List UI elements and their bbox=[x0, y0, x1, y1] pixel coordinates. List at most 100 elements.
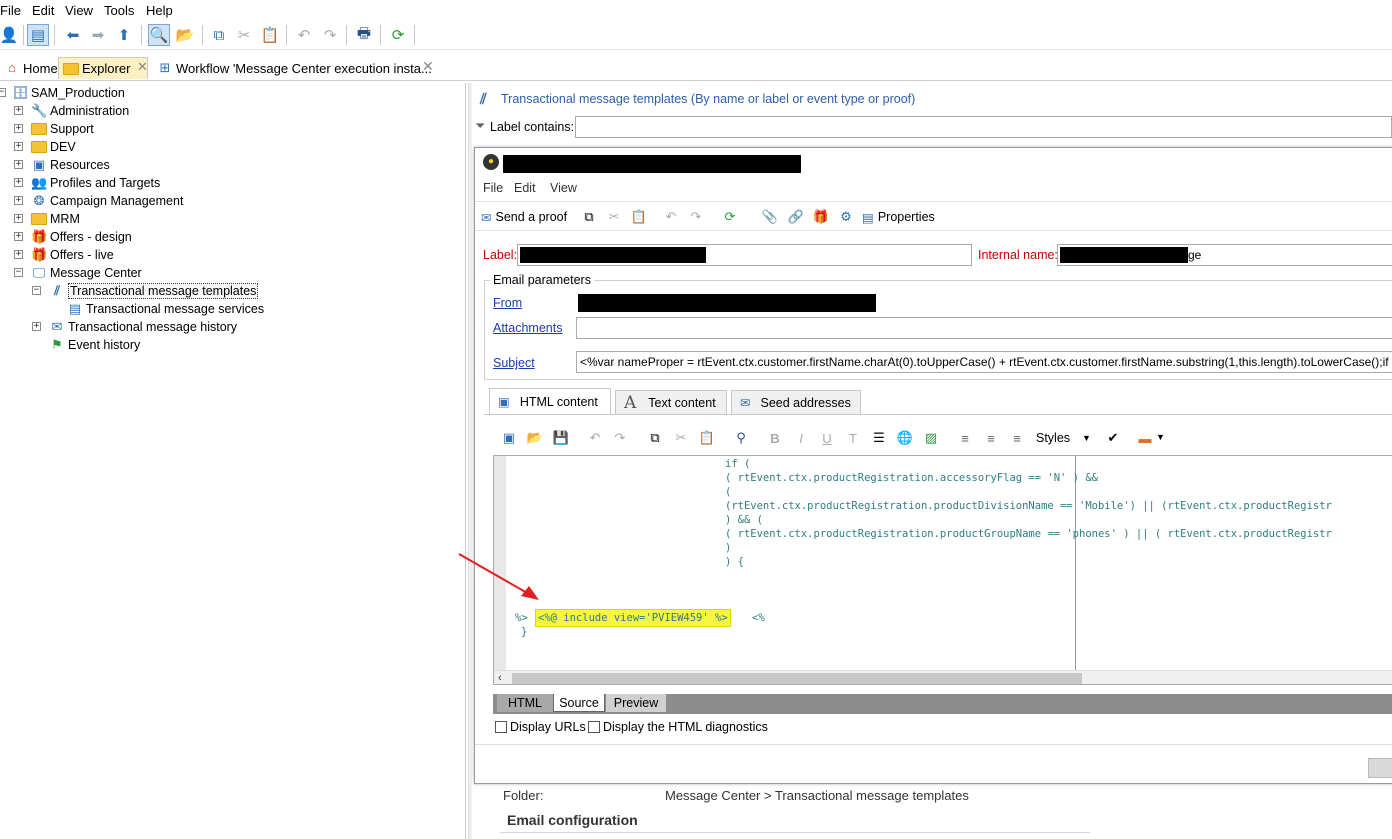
copy-icon[interactable]: ⧉ bbox=[579, 207, 599, 227]
undo-icon[interactable]: ↶ bbox=[585, 428, 605, 448]
personalize-icon[interactable]: ⚙ bbox=[836, 207, 856, 227]
tree-item-dev[interactable]: DEV bbox=[31, 138, 76, 156]
align-left-icon[interactable]: ≡ bbox=[955, 428, 975, 448]
menu-edit[interactable]: Edit bbox=[32, 3, 54, 18]
new-document-icon[interactable]: ▣ bbox=[499, 428, 519, 448]
tree-item-administration[interactable]: 🔧 Administration bbox=[31, 102, 129, 120]
expand-icon[interactable]: + bbox=[14, 214, 23, 223]
tab-preview-mode[interactable]: Preview bbox=[606, 694, 666, 712]
tab-text-content[interactable]: A Text content bbox=[615, 390, 727, 414]
expand-icon[interactable]: + bbox=[14, 232, 23, 241]
properties-button[interactable]: ▤ Properties bbox=[862, 207, 935, 227]
new-user-icon[interactable]: 👤 bbox=[0, 24, 20, 46]
tab-html-mode[interactable]: HTML bbox=[497, 694, 553, 712]
tab-explorer[interactable]: Explorer bbox=[58, 57, 148, 79]
attachments-input[interactable] bbox=[576, 317, 1392, 339]
cut-icon[interactable]: ✂ bbox=[233, 24, 255, 46]
tree-item-message-center[interactable]: 🖵 Message Center bbox=[31, 264, 142, 282]
spellcheck-icon[interactable]: ✔ bbox=[1103, 428, 1123, 448]
chevron-down-icon[interactable]: ▼ bbox=[1156, 432, 1165, 442]
redo-icon[interactable]: ↷ bbox=[686, 207, 706, 227]
menu-view[interactable]: View bbox=[65, 3, 93, 18]
scroll-left-icon[interactable]: ‹ bbox=[498, 672, 502, 684]
tab-seed-addresses[interactable]: ✉ Seed addresses bbox=[731, 390, 861, 414]
scrollbar-thumb[interactable] bbox=[512, 673, 1082, 684]
tree-item-offers-design[interactable]: 🎁 Offers - design bbox=[31, 228, 132, 246]
collapse-icon[interactable]: − bbox=[0, 88, 6, 97]
from-link[interactable]: From bbox=[493, 296, 522, 310]
forward-arrow-icon[interactable]: ➡ bbox=[87, 24, 109, 46]
paste-icon[interactable]: 📋 bbox=[629, 207, 649, 227]
send-proof-button[interactable]: ✉ Send a proof bbox=[481, 207, 567, 227]
tab-workflow[interactable]: ⊞ Workflow 'Message Center execution ins… bbox=[153, 57, 436, 79]
underline-icon[interactable]: U bbox=[817, 428, 837, 448]
tree-item-transactional-message-services[interactable]: ▤ Transactional message services bbox=[67, 300, 264, 318]
image-icon[interactable]: ▨ bbox=[921, 428, 941, 448]
align-right-icon[interactable]: ≡ bbox=[1007, 428, 1027, 448]
tree-item-campaign-management[interactable]: ❂ Campaign Management bbox=[31, 192, 184, 210]
tree-item-mrm[interactable]: MRM bbox=[31, 210, 80, 228]
tree-item-offers-live[interactable]: 🎁 Offers - live bbox=[31, 246, 114, 264]
source-code-editor[interactable]: if ( ( rtEvent.ctx.productRegistration.a… bbox=[493, 455, 1392, 685]
tree-item-event-history[interactable]: ⚑ Event history bbox=[49, 336, 140, 354]
expand-icon[interactable]: + bbox=[14, 160, 23, 169]
tab-html-content[interactable]: ▣ HTML content bbox=[489, 388, 611, 414]
strike-icon[interactable]: T bbox=[843, 428, 863, 448]
align-center-icon[interactable]: ≡ bbox=[981, 428, 1001, 448]
list-icon[interactable]: ☰ bbox=[869, 428, 889, 448]
expand-icon[interactable]: + bbox=[14, 106, 23, 115]
menu-file[interactable]: File bbox=[0, 3, 21, 18]
print-icon[interactable]: 🖶 bbox=[353, 24, 375, 46]
save-icon[interactable]: 💾 bbox=[551, 428, 571, 448]
tree-item-support[interactable]: Support bbox=[31, 120, 94, 138]
italic-icon[interactable]: I bbox=[791, 428, 811, 448]
menu-help[interactable]: Help bbox=[146, 3, 173, 18]
refresh-icon[interactable]: ⟳ bbox=[720, 207, 740, 227]
paste-icon[interactable]: 📋 bbox=[697, 428, 717, 448]
redo-icon[interactable]: ↷ bbox=[319, 24, 341, 46]
find-binoculars-icon[interactable]: ⚲ bbox=[731, 428, 751, 448]
copy-icon[interactable]: ⧉ bbox=[645, 428, 665, 448]
menu-tools[interactable]: Tools bbox=[104, 3, 134, 18]
tree-item-transactional-message-history[interactable]: ✉ Transactional message history bbox=[49, 318, 238, 336]
display-urls-checkbox[interactable] bbox=[495, 721, 507, 733]
subject-link[interactable]: Subject bbox=[493, 356, 535, 370]
horizontal-scrollbar[interactable]: ‹ bbox=[494, 670, 1392, 684]
tab-source-mode[interactable]: Source bbox=[553, 694, 605, 712]
ok-button[interactable] bbox=[1368, 758, 1392, 778]
cut-icon[interactable]: ✂ bbox=[671, 428, 691, 448]
editor-menu-edit[interactable]: Edit bbox=[514, 181, 536, 195]
undo-icon[interactable]: ↶ bbox=[661, 207, 681, 227]
explorer-view-icon[interactable]: ▤ bbox=[27, 24, 49, 46]
tab-home[interactable]: ⌂ Home bbox=[0, 57, 62, 79]
expand-icon[interactable]: + bbox=[14, 250, 23, 259]
link-icon[interactable]: 🔗 bbox=[786, 207, 806, 227]
tree-item-profiles-and-targets[interactable]: 👥 Profiles and Targets bbox=[31, 174, 160, 192]
search-folder-icon[interactable]: 🔍 bbox=[148, 24, 170, 46]
attachment-icon[interactable]: 📎 bbox=[760, 207, 780, 227]
editor-menu-view[interactable]: View bbox=[550, 181, 577, 195]
gift-icon[interactable]: 🎁 bbox=[811, 207, 831, 227]
tree-item-transactional-message-templates[interactable]: ⫽ Transactional message templates bbox=[49, 282, 259, 300]
tree-item-resources[interactable]: ▣ Resources bbox=[31, 156, 110, 174]
open-folder-icon[interactable]: 📂 bbox=[174, 24, 196, 46]
copy-icon[interactable]: ⧉ bbox=[208, 24, 230, 46]
globe-link-icon[interactable]: 🌐 bbox=[895, 428, 915, 448]
close-tab-icon[interactable]: ✕ bbox=[422, 58, 434, 75]
label-filter-input[interactable] bbox=[575, 116, 1392, 138]
folder-up-icon[interactable]: ⬆ bbox=[113, 24, 135, 46]
expand-icon[interactable]: + bbox=[14, 124, 23, 133]
back-arrow-icon[interactable]: ⬅ bbox=[62, 24, 84, 46]
splitter[interactable] bbox=[468, 83, 472, 839]
expand-icon[interactable]: + bbox=[14, 178, 23, 187]
expand-icon[interactable]: + bbox=[14, 142, 23, 151]
tree-root[interactable]: 🗄 SAM_Production bbox=[12, 84, 125, 102]
expand-icon[interactable]: + bbox=[14, 196, 23, 205]
paste-icon[interactable]: 📋 bbox=[259, 24, 281, 46]
display-diagnostics-checkbox[interactable] bbox=[588, 721, 600, 733]
attachments-link[interactable]: Attachments bbox=[493, 321, 562, 335]
redo-icon[interactable]: ↷ bbox=[610, 428, 630, 448]
close-tab-icon[interactable]: ✕ bbox=[137, 59, 148, 75]
styles-dropdown[interactable]: Styles ▼ bbox=[1036, 428, 1096, 448]
subject-input[interactable]: <%var nameProper = rtEvent.ctx.customer.… bbox=[576, 351, 1392, 373]
